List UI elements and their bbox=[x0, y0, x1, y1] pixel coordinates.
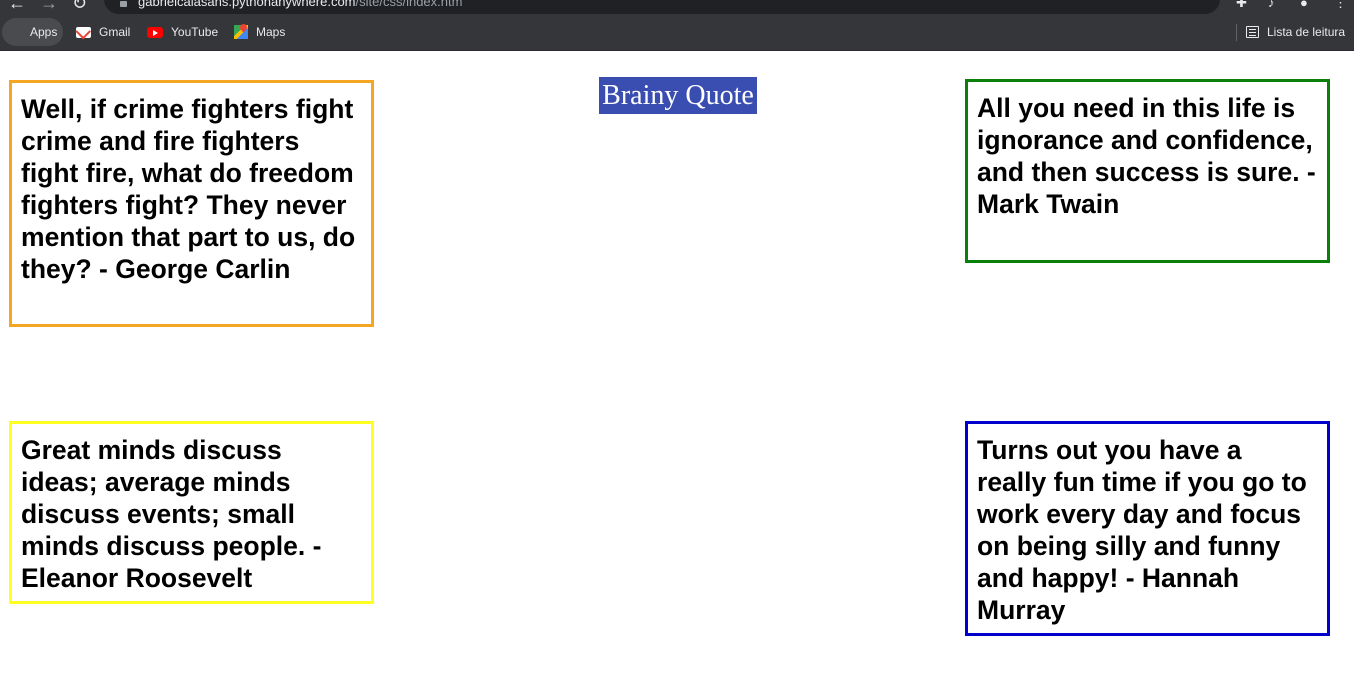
reload-icon[interactable]: ↻ bbox=[72, 0, 87, 12]
reading-list-icon bbox=[1246, 26, 1259, 38]
quote-box-top-left: Well, if crime fighters fight crime and … bbox=[9, 80, 374, 327]
bookmarks-bar: Apps Gmail YouTube Maps Lista de leitura bbox=[0, 14, 1354, 51]
back-arrow-icon[interactable]: ← bbox=[8, 0, 26, 12]
forward-arrow-icon[interactable]: → bbox=[40, 0, 58, 12]
maps-icon bbox=[234, 25, 248, 39]
url-host: gabrielcalasans.pythonanywhere.com bbox=[138, 0, 356, 9]
gmail-icon bbox=[76, 26, 91, 38]
reading-list-label: Lista de leitura bbox=[1267, 25, 1346, 39]
menu-icon[interactable]: ⋮ bbox=[1334, 0, 1347, 10]
page-title: Brainy Quote bbox=[599, 77, 757, 114]
bookmark-label: Gmail bbox=[99, 25, 131, 39]
bookmark-maps[interactable]: Maps bbox=[228, 18, 291, 46]
url-text: gabrielcalasans.pythonanywhere.com/site/… bbox=[138, 0, 462, 9]
bookmark-label: Maps bbox=[256, 25, 286, 39]
bookmark-label: Apps bbox=[30, 25, 58, 39]
bookmark-label: YouTube bbox=[171, 25, 219, 39]
media-icon[interactable]: ♪ bbox=[1268, 0, 1275, 10]
bookmark-apps[interactable]: Apps bbox=[2, 18, 64, 46]
youtube-icon bbox=[147, 26, 163, 38]
apps-grid-icon bbox=[8, 25, 22, 39]
quote-box-bottom-right: Turns out you have a really fun time if … bbox=[965, 421, 1330, 636]
reading-list-button[interactable]: Lista de leitura bbox=[1240, 18, 1351, 46]
browser-toolbar: ← → ↻ gabrielcalasans.pythonanywhere.com… bbox=[0, 0, 1354, 14]
extensions-icon[interactable]: ✚ bbox=[1236, 0, 1247, 10]
quote-box-top-right: All you need in this life is ignorance a… bbox=[965, 79, 1330, 263]
quote-box-bottom-left: Great minds discuss ideas; average minds… bbox=[9, 421, 374, 604]
bookmark-gmail[interactable]: Gmail bbox=[70, 18, 136, 46]
lock-icon bbox=[120, 1, 127, 7]
bookmark-youtube[interactable]: YouTube bbox=[141, 18, 224, 46]
profile-icon[interactable]: ● bbox=[1300, 0, 1308, 10]
address-bar[interactable]: gabrielcalasans.pythonanywhere.com/site/… bbox=[104, 0, 1220, 14]
url-path: /site/css/index.htm bbox=[355, 0, 463, 9]
bookmarks-divider bbox=[1236, 24, 1237, 41]
